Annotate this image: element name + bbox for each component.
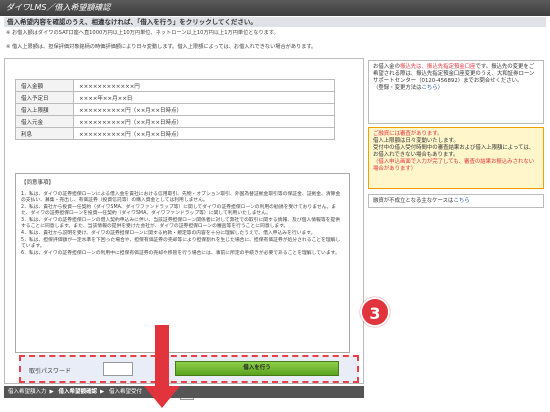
row-value: ××××年××月××日 — [73, 91, 335, 104]
row-value: ××××××××××円（××月××日時点） — [73, 115, 335, 128]
table-row: 借入金額 ××××××××××××円 — [15, 79, 335, 92]
row-label: 借入上限額 — [15, 103, 74, 116]
warning-line: 受付中の借入受付時間中の審査結果および借入上限額によっては、お借入れできない場合… — [373, 145, 535, 158]
table-row: 借入予定日 ××××年××月××日 — [15, 91, 335, 104]
step-2: 借入希望額確認 — [58, 389, 98, 395]
side-warning-box: ご融資には審査があります。 借入上限額は日々変動いたします。 受付中の借入受付時… — [368, 127, 544, 189]
table-row: 借入元金 ××××××××××円（××月××日時点） — [15, 115, 335, 128]
side-highlight: 振込先は、振込先指定預金口座 — [399, 64, 476, 70]
side-link-suffix: ） — [437, 85, 444, 91]
row-value: ××××××××××××円 — [73, 79, 335, 92]
terms-paragraph: 1．私は、ダイワの証券担保ローンによる借入金を貴社における信用取引、先物・オプシ… — [21, 192, 341, 203]
warning-line: （借入申込画面で入力が完了しても、審査の結果お振込みされない場合があります） — [373, 159, 535, 172]
terms-title: 【同意事項】 — [21, 180, 55, 186]
warning-line: ご融資には審査があります。 — [373, 131, 443, 137]
progress-steps: 借入希望額入力 ▶ 借入希望額確認 ▶ 借入希望受付 — [4, 386, 364, 398]
note-2: ※ 借入上限額は、担保評価対象銘柄の時価評価額により日々変動します。借入上限額に… — [6, 44, 317, 50]
side-text: お借入金の — [373, 64, 400, 70]
side-case-box: 融資が不成立となる主なケースはこちら — [368, 194, 544, 208]
step-3: 借入希望受付 — [109, 389, 143, 395]
row-label: 借入元金 — [15, 115, 74, 128]
warning-line: 借入上限額は日々変動いたします。 — [373, 138, 459, 144]
terms-paragraph: 3．私は、ダイワの証券担保ローンの借入契約申込みに伴い、当該証券担保ローン関係者… — [21, 218, 341, 229]
step-1: 借入希望額入力 — [8, 389, 47, 395]
row-label: 借入金額 — [15, 79, 74, 92]
main-panel: 借入金額 ××××××××××××円 借入予定日 ××××年××月××日 借入上限額… — [4, 58, 364, 400]
row-value: ××××××××××円（××月××日時点） — [73, 127, 335, 140]
row-label: 借入予定日 — [15, 91, 74, 104]
table-row: 利息 ××××××××××円（××月××日時点） — [15, 127, 335, 140]
down-arrow-icon — [155, 325, 169, 390]
side-link-prefix: （登録・変更方法は — [373, 85, 422, 91]
side-info-box: お借入金の振込先は、振込先指定預金口座です。振込先の変更をご希望される際は、振込… — [368, 60, 544, 124]
terms-paragraph: 5．私は、担保評価額が一定水準を下回った場合や、担保有価証券の売却等により担保割… — [21, 238, 341, 249]
password-label: 取引パスワード — [29, 368, 72, 375]
note-1: ※ お借入額はダイワのSAT口座へ直1000万円以上10万円単位、ネットローン以… — [6, 30, 279, 36]
row-value: ××××××××××円（××月××日時点） — [73, 103, 335, 116]
table-row: 借入上限額 ××××××××××円（××月××日時点） — [15, 103, 335, 116]
page-title: ダイワLMS／借入希望額確認 — [0, 0, 550, 16]
row-label: 利息 — [15, 127, 74, 140]
case-link[interactable]: こちら — [453, 198, 469, 204]
down-arrow-head-icon — [144, 386, 180, 408]
submit-borrow-button[interactable]: 借入を行う — [175, 361, 339, 376]
password-input[interactable] — [103, 362, 133, 376]
terms-paragraph: 4．私は、貴社から説明を受け、ダイワの証券担保ローンに関する約款・規定等の内容を… — [21, 231, 316, 236]
terms-box[interactable]: 【同意事項】 1．私は、ダイワの証券担保ローンによる借入金を貴社における信用取引… — [15, 173, 350, 353]
registration-link[interactable]: こちら — [422, 85, 438, 91]
instruction-bar: 借入希望内容を確認のうえ、相違なければ、「借入を行う」をクリックしてください。 — [4, 17, 546, 27]
terms-paragraph: 6．私は、ダイワの証券担保ローンの利用中に担保有価証券の売却や移管を行う場合には… — [21, 251, 340, 256]
step-callout-badge: 3 — [360, 297, 390, 327]
side-case-text: 融資が不成立となる主なケースは — [373, 198, 454, 204]
summary-table: 借入金額 ××××××××××××円 借入予定日 ××××年××月××日 借入上限額… — [15, 79, 335, 140]
password-section: 取引パスワード 借入を行う — [19, 355, 359, 383]
terms-paragraph: 2．私は、貴社から投資一任契約（ダイワSMA、ダイワファンドラップ等）に関してダ… — [21, 205, 337, 216]
